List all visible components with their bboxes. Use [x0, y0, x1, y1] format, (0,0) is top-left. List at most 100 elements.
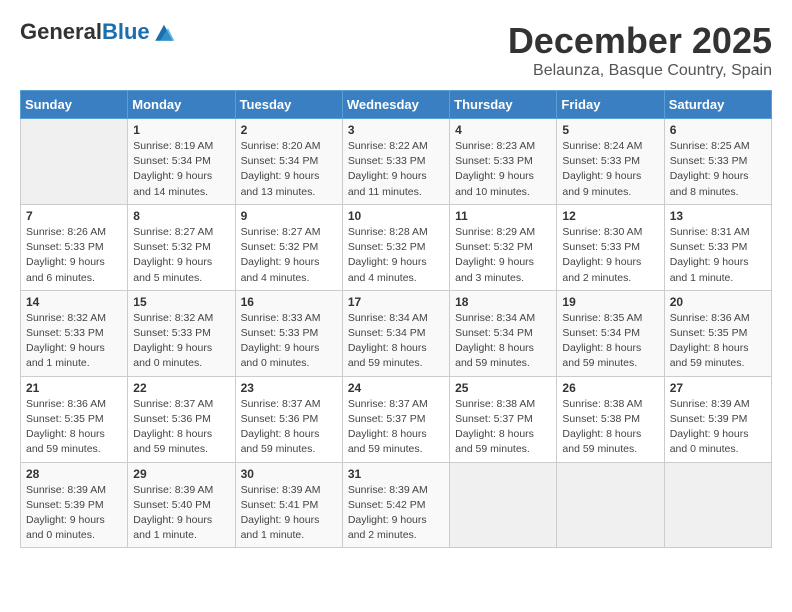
day-number: 22: [133, 381, 229, 395]
day-number: 26: [562, 381, 658, 395]
title-block: December 2025 Belaunza, Basque Country, …: [508, 20, 772, 80]
day-number: 28: [26, 467, 122, 481]
month-title: December 2025: [508, 20, 772, 62]
sun-info: Sunrise: 8:35 AMSunset: 5:34 PMDaylight:…: [562, 311, 658, 372]
day-number: 2: [241, 123, 337, 137]
calendar-cell: [664, 462, 771, 548]
calendar-cell: 4 Sunrise: 8:23 AMSunset: 5:33 PMDaylight…: [450, 119, 557, 205]
sun-info: Sunrise: 8:23 AMSunset: 5:33 PMDaylight:…: [455, 139, 551, 200]
logo-icon: [152, 20, 176, 44]
calendar-cell: 13 Sunrise: 8:31 AMSunset: 5:33 PMDayligh…: [664, 204, 771, 290]
calendar-table: SundayMondayTuesdayWednesdayThursdayFrid…: [20, 90, 772, 548]
sun-info: Sunrise: 8:25 AMSunset: 5:33 PMDaylight:…: [670, 139, 766, 200]
sun-info: Sunrise: 8:27 AMSunset: 5:32 PMDaylight:…: [241, 225, 337, 286]
day-number: 19: [562, 295, 658, 309]
sun-info: Sunrise: 8:22 AMSunset: 5:33 PMDaylight:…: [348, 139, 444, 200]
calendar-cell: 7 Sunrise: 8:26 AMSunset: 5:33 PMDaylight…: [21, 204, 128, 290]
calendar-cell: 26Sunrise: 8:38 AMSunset: 5:38 PMDayligh…: [557, 376, 664, 462]
header-thursday: Thursday: [450, 91, 557, 119]
calendar-week-row: 21 Sunrise: 8:36 AMSunset: 5:35 PMDayligh…: [21, 376, 772, 462]
day-number: 16: [241, 295, 337, 309]
calendar-cell: 18 Sunrise: 8:34 AMSunset: 5:34 PMDayligh…: [450, 290, 557, 376]
calendar-cell: 20 Sunrise: 8:36 AMSunset: 5:35 PMDayligh…: [664, 290, 771, 376]
sun-info: Sunrise: 8:27 AMSunset: 5:32 PMDaylight:…: [133, 225, 229, 286]
day-number: 7: [26, 209, 122, 223]
day-number: 12: [562, 209, 658, 223]
calendar-cell: [557, 462, 664, 548]
day-number: 6: [670, 123, 766, 137]
logo-blue-text: Blue: [102, 19, 150, 44]
day-number: 11: [455, 209, 551, 223]
calendar-cell: 29Sunrise: 8:39 AMSunset: 5:40 PMDayligh…: [128, 462, 235, 548]
calendar-cell: 15 Sunrise: 8:32 AMSunset: 5:33 PMDayligh…: [128, 290, 235, 376]
sun-info: Sunrise: 8:38 AMSunset: 5:37 PMDaylight:…: [455, 397, 551, 458]
calendar-cell: 23Sunrise: 8:37 AMSunset: 5:36 PMDayligh…: [235, 376, 342, 462]
sun-info: Sunrise: 8:20 AMSunset: 5:34 PMDaylight:…: [241, 139, 337, 200]
sun-info: Sunrise: 8:32 AMSunset: 5:33 PMDaylight:…: [133, 311, 229, 372]
day-number: 30: [241, 467, 337, 481]
sun-info: Sunrise: 8:32 AMSunset: 5:33 PMDaylight:…: [26, 311, 122, 372]
sun-info: Sunrise: 8:37 AMSunset: 5:36 PMDaylight:…: [133, 397, 229, 458]
sun-info: Sunrise: 8:39 AMSunset: 5:41 PMDaylight:…: [241, 483, 337, 544]
calendar-cell: 6 Sunrise: 8:25 AMSunset: 5:33 PMDaylight…: [664, 119, 771, 205]
calendar-cell: 24Sunrise: 8:37 AMSunset: 5:37 PMDayligh…: [342, 376, 449, 462]
calendar-cell: 19 Sunrise: 8:35 AMSunset: 5:34 PMDayligh…: [557, 290, 664, 376]
calendar-cell: 11 Sunrise: 8:29 AMSunset: 5:32 PMDayligh…: [450, 204, 557, 290]
day-number: 1: [133, 123, 229, 137]
sun-info: Sunrise: 8:34 AMSunset: 5:34 PMDaylight:…: [455, 311, 551, 372]
day-number: 5: [562, 123, 658, 137]
calendar-cell: 2 Sunrise: 8:20 AMSunset: 5:34 PMDaylight…: [235, 119, 342, 205]
calendar-cell: 21 Sunrise: 8:36 AMSunset: 5:35 PMDayligh…: [21, 376, 128, 462]
calendar-cell: 28 Sunrise: 8:39 AMSunset: 5:39 PMDayligh…: [21, 462, 128, 548]
day-number: 4: [455, 123, 551, 137]
sun-info: Sunrise: 8:39 AMSunset: 5:42 PMDaylight:…: [348, 483, 444, 544]
day-number: 24: [348, 381, 444, 395]
calendar-cell: 8Sunrise: 8:27 AMSunset: 5:32 PMDaylight…: [128, 204, 235, 290]
header-saturday: Saturday: [664, 91, 771, 119]
day-number: 21: [26, 381, 122, 395]
day-number: 17: [348, 295, 444, 309]
sun-info: Sunrise: 8:26 AMSunset: 5:33 PMDaylight:…: [26, 225, 122, 286]
sun-info: Sunrise: 8:31 AMSunset: 5:33 PMDaylight:…: [670, 225, 766, 286]
calendar-cell: 10Sunrise: 8:28 AMSunset: 5:32 PMDayligh…: [342, 204, 449, 290]
calendar-cell: [450, 462, 557, 548]
page-header: GeneralBlue December 2025 Belaunza, Basq…: [20, 20, 772, 80]
calendar-cell: 31Sunrise: 8:39 AMSunset: 5:42 PMDayligh…: [342, 462, 449, 548]
calendar-cell: 9Sunrise: 8:27 AMSunset: 5:32 PMDaylight…: [235, 204, 342, 290]
sun-info: Sunrise: 8:39 AMSunset: 5:39 PMDaylight:…: [670, 397, 766, 458]
sun-info: Sunrise: 8:39 AMSunset: 5:39 PMDaylight:…: [26, 483, 122, 544]
calendar-cell: 30 Sunrise: 8:39 AMSunset: 5:41 PMDayligh…: [235, 462, 342, 548]
calendar-week-row: 14 Sunrise: 8:32 AMSunset: 5:33 PMDayligh…: [21, 290, 772, 376]
header-monday: Monday: [128, 91, 235, 119]
calendar-cell: 22 Sunrise: 8:37 AMSunset: 5:36 PMDayligh…: [128, 376, 235, 462]
calendar-cell: 1 Sunrise: 8:19 AMSunset: 5:34 PMDaylight…: [128, 119, 235, 205]
calendar-cell: 16Sunrise: 8:33 AMSunset: 5:33 PMDayligh…: [235, 290, 342, 376]
logo-general-text: General: [20, 19, 102, 44]
sun-info: Sunrise: 8:34 AMSunset: 5:34 PMDaylight:…: [348, 311, 444, 372]
calendar-cell: 3Sunrise: 8:22 AMSunset: 5:33 PMDaylight…: [342, 119, 449, 205]
day-number: 13: [670, 209, 766, 223]
calendar-cell: 27 Sunrise: 8:39 AMSunset: 5:39 PMDayligh…: [664, 376, 771, 462]
day-number: 27: [670, 381, 766, 395]
sun-info: Sunrise: 8:36 AMSunset: 5:35 PMDaylight:…: [26, 397, 122, 458]
day-number: 15: [133, 295, 229, 309]
sun-info: Sunrise: 8:28 AMSunset: 5:32 PMDaylight:…: [348, 225, 444, 286]
calendar-cell: 17 Sunrise: 8:34 AMSunset: 5:34 PMDayligh…: [342, 290, 449, 376]
sun-info: Sunrise: 8:19 AMSunset: 5:34 PMDaylight:…: [133, 139, 229, 200]
calendar-header-row: SundayMondayTuesdayWednesdayThursdayFrid…: [21, 91, 772, 119]
logo: GeneralBlue: [20, 20, 176, 44]
day-number: 18: [455, 295, 551, 309]
sun-info: Sunrise: 8:39 AMSunset: 5:40 PMDaylight:…: [133, 483, 229, 544]
calendar-cell: 5 Sunrise: 8:24 AMSunset: 5:33 PMDaylight…: [557, 119, 664, 205]
day-number: 25: [455, 381, 551, 395]
calendar-week-row: 1 Sunrise: 8:19 AMSunset: 5:34 PMDaylight…: [21, 119, 772, 205]
day-number: 20: [670, 295, 766, 309]
calendar-cell: 14 Sunrise: 8:32 AMSunset: 5:33 PMDayligh…: [21, 290, 128, 376]
sun-info: Sunrise: 8:29 AMSunset: 5:32 PMDaylight:…: [455, 225, 551, 286]
sun-info: Sunrise: 8:37 AMSunset: 5:36 PMDaylight:…: [241, 397, 337, 458]
subtitle: Belaunza, Basque Country, Spain: [508, 62, 772, 80]
sun-info: Sunrise: 8:36 AMSunset: 5:35 PMDaylight:…: [670, 311, 766, 372]
header-wednesday: Wednesday: [342, 91, 449, 119]
sun-info: Sunrise: 8:24 AMSunset: 5:33 PMDaylight:…: [562, 139, 658, 200]
day-number: 14: [26, 295, 122, 309]
